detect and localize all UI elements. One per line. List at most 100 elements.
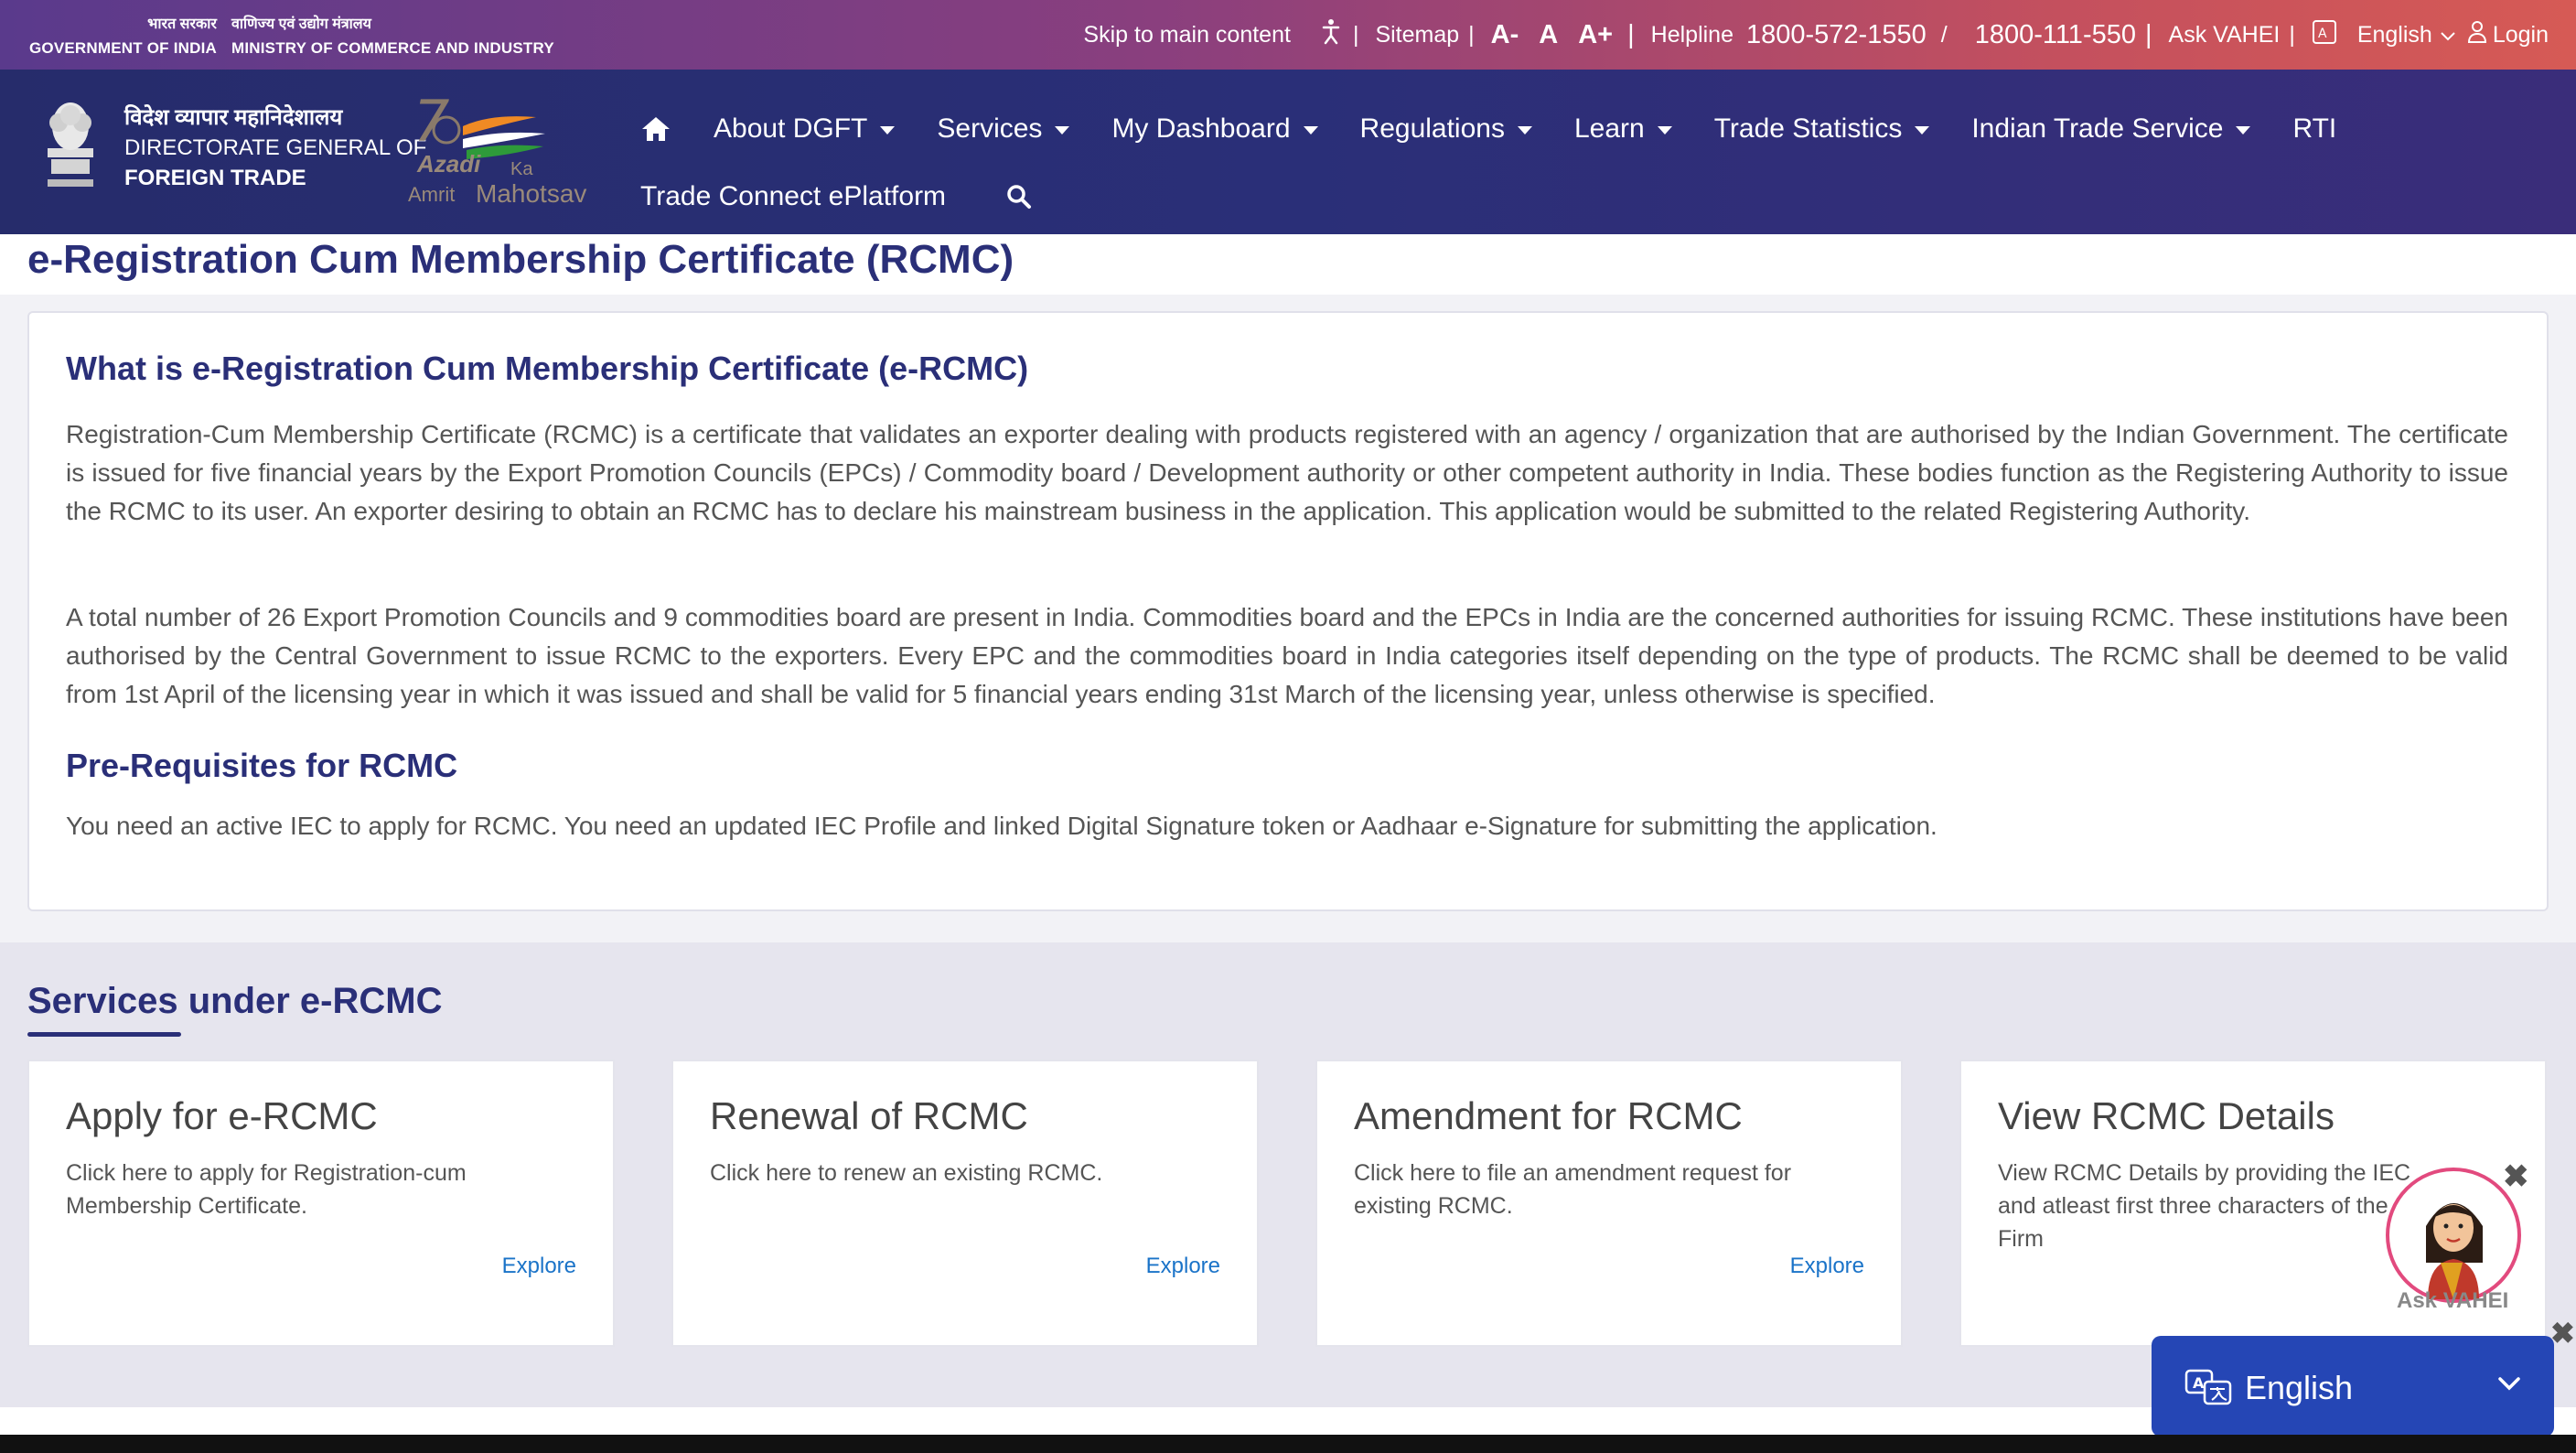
services-title: Services under e-RCMC [27, 981, 443, 1021]
rcmc-description-paragraph-1: Registration-Cum Membership Certificate … [66, 420, 2508, 525]
translate-icon: A [2312, 19, 2337, 51]
caret-down-icon [1303, 125, 1318, 135]
explore-link[interactable]: Explore [1790, 1254, 1864, 1279]
nav-trade-statistics[interactable]: Trade Statistics [1714, 113, 1930, 145]
rcmc-description-paragraph-2: A total number of 26 Export Promotion Co… [66, 603, 2508, 708]
font-decrease-button[interactable]: A- [1491, 20, 1519, 50]
aka-azadi: Azadi [417, 150, 481, 178]
hindi-ministry-text: वाणिज्य एवं उद्योग मंत्रालय [231, 16, 371, 32]
service-card-title: View RCMC Details [1998, 1094, 2334, 1137]
divider: | [1352, 21, 1359, 48]
helpline-slash: / [1940, 21, 1948, 48]
service-card-apply[interactable]: Apply for e-RCMC Click here to apply for… [27, 1060, 615, 1347]
national-emblem-logo[interactable] [35, 95, 106, 196]
accessibility-icon[interactable] [1318, 18, 1344, 52]
top-utility-bar: भारत सरकार GOVERNMENT OF INDIA वाणिज्य ए… [0, 0, 2576, 70]
nav-about-dgft-label: About DGFT [714, 113, 868, 144]
caret-down-icon [1055, 125, 1070, 135]
explore-link[interactable]: Explore [1146, 1254, 1220, 1279]
nav-my-dashboard-label: My Dashboard [1111, 113, 1291, 144]
service-card-renewal[interactable]: Renewal of RCMC Click here to renew an e… [671, 1060, 1259, 1347]
helpline-number-1[interactable]: 1800-572-1550 [1746, 20, 1927, 50]
government-header: भारत सरकार GOVERNMENT OF INDIA वाणिज्य ए… [29, 13, 569, 60]
nav-indian-trade-service[interactable]: Indian Trade Service [1971, 113, 2251, 145]
rcmc-info-card: What is e-Registration Cum Membership Ce… [27, 311, 2549, 911]
divider: | [1468, 21, 1475, 48]
language-selector-widget[interactable]: A English [2152, 1336, 2554, 1437]
chevron-down-icon[interactable] [2440, 22, 2456, 48]
nav-indian-trade-service-label: Indian Trade Service [1971, 113, 2224, 144]
caret-down-icon [1657, 125, 1672, 135]
government-of-india-text: GOVERNMENT OF INDIA [29, 39, 217, 57]
sitemap-link[interactable]: Sitemap [1375, 22, 1459, 48]
nav-learn-label: Learn [1573, 113, 1645, 144]
service-card-description: Click here to renew an existing RCMC. [710, 1160, 1103, 1186]
language-select[interactable]: English [2357, 22, 2432, 48]
nav-rti-label: RTI [2292, 113, 2337, 144]
svg-text:A: A [2318, 27, 2327, 41]
prerequisites-text: You need an active IEC to apply for RCMC… [66, 812, 1937, 840]
main-menu: About DGFT Services My Dashboard Regulat… [640, 97, 2378, 161]
divider: | [2144, 19, 2152, 49]
explore-link[interactable]: Explore [502, 1254, 576, 1279]
aka-amrit: Amrit [408, 183, 456, 206]
svg-text:A: A [2193, 1374, 2205, 1392]
utility-links: Skip to main content | Sitemap | A- A A+… [1083, 16, 2549, 53]
service-card-title: Apply for e-RCMC [66, 1094, 378, 1137]
caret-down-icon [1915, 125, 1930, 135]
dgft-brand[interactable]: विदेश व्यापार महानिदेशालय DIRECTORATE GE… [124, 102, 426, 193]
font-increase-button[interactable]: A+ [1578, 20, 1613, 50]
dgft-name-line-2: FOREIGN TRADE [124, 166, 306, 190]
close-chatbot-icon[interactable]: ✖ [2503, 1158, 2529, 1195]
divider: | [1627, 19, 1635, 49]
azadi-ka-amrit-mahotsav-logo: 7 Azadi Ka Amrit Mahotsav [408, 88, 615, 212]
divider: | [2289, 21, 2295, 48]
skip-to-main-link[interactable]: Skip to main content [1083, 22, 1291, 48]
service-card-amendment[interactable]: Amendment for RCMC Click here to file an… [1315, 1060, 1903, 1347]
search-icon[interactable] [1006, 184, 1032, 210]
gov-col-2: वाणिज्य एवं उद्योग मंत्रालय MINISTRY OF … [231, 13, 554, 60]
nav-my-dashboard[interactable]: My Dashboard [1111, 113, 1318, 145]
dgft-hindi-name: विदेश व्यापार महानिदेशालय [124, 105, 343, 130]
main-navigation: विदेश व्यापार महानिदेशालय DIRECTORATE GE… [0, 70, 2576, 234]
nav-trade-statistics-label: Trade Statistics [1713, 113, 1903, 144]
ministry-text: MINISTRY OF COMMERCE AND INDUSTRY [231, 39, 554, 57]
helpline-label: Helpline [1650, 21, 1733, 48]
language-label: English [2245, 1369, 2354, 1406]
title-underline [27, 1032, 181, 1037]
caret-down-icon [1517, 125, 1532, 135]
translate-icon: A [2184, 1369, 2234, 1405]
nav-regulations-label: Regulations [1359, 113, 1505, 144]
service-card-title: Amendment for RCMC [1354, 1094, 1743, 1137]
ask-vahei-label[interactable]: Ask VAHEI [2397, 1288, 2508, 1314]
close-language-widget-icon[interactable]: ✖ [2550, 1316, 2575, 1351]
ask-vahei-link[interactable]: Ask VAHEI [2169, 22, 2281, 48]
home-icon[interactable] [640, 115, 671, 143]
nav-trade-connect[interactable]: Trade Connect ePlatform [640, 181, 946, 212]
nav-services[interactable]: Services [937, 113, 1070, 145]
chevron-down-icon[interactable] [2497, 1376, 2521, 1393]
nav-regulations[interactable]: Regulations [1360, 113, 1532, 145]
ask-vahei-chatbot-avatar[interactable] [2386, 1168, 2521, 1303]
nav-rti[interactable]: RTI [2292, 113, 2336, 145]
font-normal-button[interactable]: A [1539, 20, 1558, 50]
what-is-heading: What is e-Registration Cum Membership Ce… [66, 350, 1029, 387]
service-card-title: Renewal of RCMC [710, 1094, 1028, 1137]
gov-col-1: भारत सरकार GOVERNMENT OF INDIA [29, 13, 217, 60]
dgft-name-line-1: DIRECTORATE GENERAL OF [124, 135, 427, 160]
service-card-description: Click here to file an amendment request … [1354, 1160, 1792, 1219]
page-title: e-Registration Cum Membership Certificat… [27, 237, 1014, 282]
svg-text:7: 7 [413, 93, 449, 155]
aka-ka: Ka [510, 159, 533, 179]
service-card-description: View RCMC Details by providing the IEC a… [1998, 1160, 2411, 1252]
footer-strip [0, 1435, 2576, 1453]
caret-down-icon [880, 125, 896, 135]
login-link[interactable]: Login [2493, 22, 2549, 48]
user-icon[interactable] [2467, 20, 2487, 50]
nav-learn[interactable]: Learn [1574, 113, 1672, 145]
main-menu-row-2: Trade Connect ePlatform [640, 165, 1074, 229]
prerequisites-heading: Pre-Requisites for RCMC [66, 747, 458, 784]
service-card-description: Click here to apply for Registration-cum… [66, 1160, 467, 1219]
nav-about-dgft[interactable]: About DGFT [714, 113, 896, 145]
helpline-number-2[interactable]: 1800-111-550 [1975, 20, 2136, 50]
